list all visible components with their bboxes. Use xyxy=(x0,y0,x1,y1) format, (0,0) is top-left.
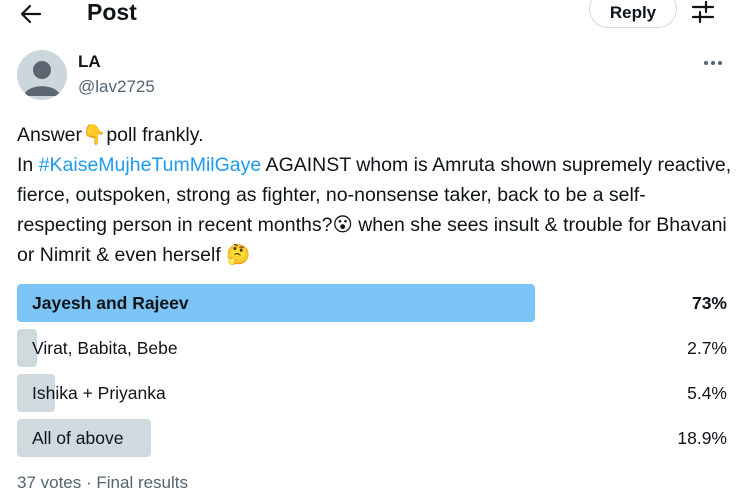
tweet-prefix: In xyxy=(17,154,39,176)
more-options-button[interactable] xyxy=(699,52,727,74)
poll-option-label: Ishika + Priyanka xyxy=(32,383,166,403)
arrow-left-icon xyxy=(20,4,42,24)
tweet-line1-rest: poll frankly. xyxy=(106,124,204,146)
page-title: Post xyxy=(87,0,137,25)
avatar[interactable] xyxy=(17,50,67,100)
poll-option[interactable]: All of above 18.9% xyxy=(17,419,727,457)
author-name[interactable]: LA xyxy=(78,52,101,72)
ellipsis-icon xyxy=(704,61,722,65)
author-handle[interactable]: @lav2725 xyxy=(78,77,155,97)
thinking-emoji: 🤔 xyxy=(226,243,251,266)
poll-option-percent: 5.4% xyxy=(687,383,727,403)
tweet-text: Answer👇poll frankly. In #KaiseMujheTumMi… xyxy=(17,120,732,270)
poll-option[interactable]: Jayesh and Rajeev 73% xyxy=(17,284,727,322)
poll-option-percent: 2.7% xyxy=(687,338,727,358)
poll-option-percent: 73% xyxy=(691,293,727,313)
default-avatar-icon xyxy=(24,61,60,96)
sliders-icon[interactable] xyxy=(690,0,716,25)
poll-option-label: All of above xyxy=(32,428,124,448)
poll-footer: 37 votes · Final results xyxy=(17,473,189,492)
pointing-down-emoji: 👇 xyxy=(82,123,107,146)
hashtag-link[interactable]: #KaiseMujheTumMilGaye xyxy=(39,154,262,176)
reply-button[interactable]: Reply xyxy=(589,0,677,28)
poll-option-percent: 18.9% xyxy=(677,428,727,448)
back-button[interactable] xyxy=(14,0,48,28)
poll-option[interactable]: Ishika + Priyanka 5.4% xyxy=(17,374,727,412)
tweet-line1-text: Answer xyxy=(17,124,83,146)
post-header: Post Reply xyxy=(0,0,743,30)
poll-option[interactable]: Virat, Babita, Bebe 2.7% xyxy=(17,329,727,367)
poll-option-label: Virat, Babita, Bebe xyxy=(32,338,178,358)
poll-option-label: Jayesh and Rajeev xyxy=(32,293,189,313)
surprised-emoji: 😮 xyxy=(332,213,353,236)
